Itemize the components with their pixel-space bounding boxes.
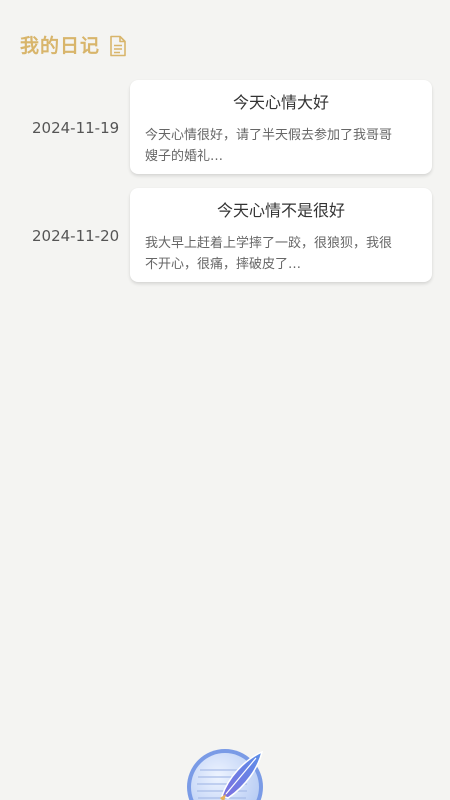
entry-excerpt-line: 不开心，很痛，摔破皮了… [145, 257, 302, 272]
quill-notebook-icon [187, 749, 264, 800]
new-entry-button[interactable] [186, 748, 266, 800]
entry-excerpt-line: 我大早上赶着上学摔了一跤，很狼狈，我很 [145, 236, 393, 251]
entry-excerpt: 今天心情很好，请了半天假去参加了我哥哥 嫂子的婚礼… [145, 125, 422, 167]
entry-title: 今天心情不是很好 [216, 201, 345, 220]
entry-card[interactable]: 今天心情不是很好 我大早上赶着上学摔了一跤，很狼狈，我很 不开心，很痛，摔破皮了… [130, 188, 432, 282]
header: 我的日记 [20, 34, 128, 58]
entry-card[interactable]: 今天心情大好 今天心情很好，请了半天假去参加了我哥哥 嫂子的婚礼… [130, 80, 432, 174]
entry-excerpt-line: 嫂子的婚礼… [145, 149, 224, 164]
entry-date: 2024-11-19 [32, 119, 120, 137]
entry-title: 今天心情大好 [232, 93, 329, 112]
document-icon [108, 35, 128, 57]
page-title: 我的日记 [20, 35, 101, 57]
diary-screen: 我的日记 2024-11-19 今天心情大好 今天心情很好，请了半天假去参加了我… [0, 0, 450, 800]
entry-excerpt: 我大早上赶着上学摔了一跤，很狼狈，我很 不开心，很痛，摔破皮了… [145, 233, 422, 275]
entry-date: 2024-11-20 [32, 227, 120, 245]
entry-excerpt-line: 今天心情很好，请了半天假去参加了我哥哥 [145, 128, 393, 143]
